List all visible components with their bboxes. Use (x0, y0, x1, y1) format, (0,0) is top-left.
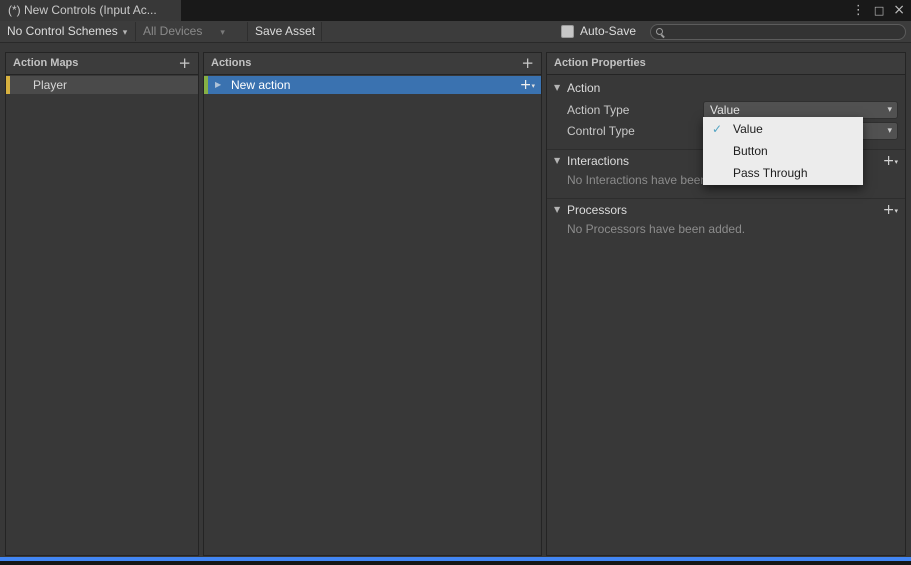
action-row-new-action[interactable]: ▶ New action +▾ (204, 76, 541, 94)
close-icon[interactable]: × (893, 0, 905, 21)
unity-input-actions-window: (*) New Controls (Input Ac... ⋮ □ × No C… (0, 0, 911, 565)
toolbar-separator (247, 22, 248, 41)
check-icon: ✓ (712, 122, 723, 136)
foldout-open-icon: ▼ (554, 156, 561, 165)
popup-item-label: Button (733, 144, 768, 158)
window-tab[interactable]: (*) New Controls (Input Ac... (0, 0, 181, 21)
actions-panel: Actions + ▶ New action +▾ (203, 52, 542, 556)
action-foldout[interactable]: ▼ Action (547, 78, 905, 98)
add-interaction-button[interactable]: +▾ (883, 150, 898, 173)
action-map-row-player[interactable]: Player (6, 76, 198, 94)
control-type-label: Control Type (567, 124, 635, 138)
save-asset-button[interactable]: Save Asset (255, 21, 315, 42)
chevron-down-icon: ▾ (531, 82, 535, 90)
tab-bar: (*) New Controls (Input Ac... ⋮ □ × (0, 0, 911, 21)
add-action-button[interactable]: + (521, 53, 534, 74)
search-icon (656, 28, 666, 38)
search-input[interactable] (669, 25, 903, 41)
popup-item-value[interactable]: ✓ Value (703, 118, 863, 140)
processors-empty-text: No Processors have been added. (567, 222, 746, 236)
action-type-value: Value (710, 103, 740, 117)
chevron-down-icon: ▾ (887, 126, 892, 136)
control-schemes-dropdown[interactable]: No Control Schemes ▾ (7, 21, 127, 42)
action-maps-title: Action Maps (13, 57, 79, 69)
action-color-tag (204, 76, 208, 94)
action-properties-header: Action Properties (547, 53, 905, 75)
window-controls: ⋮ □ × (852, 0, 905, 21)
action-type-popup-menu: ✓ Value Button Pass Through (703, 117, 863, 185)
auto-save-checkbox[interactable] (561, 25, 574, 38)
foldout-open-icon: ▼ (554, 83, 561, 92)
action-type-label: Action Type (567, 103, 630, 117)
popup-item-pass-through[interactable]: Pass Through (703, 162, 863, 184)
action-properties-title: Action Properties (554, 57, 646, 69)
save-asset-label: Save Asset (255, 24, 316, 38)
processors-title: Processors (567, 203, 628, 217)
action-map-label: Player (33, 78, 68, 92)
auto-save-label: Auto-Save (580, 21, 636, 42)
maximize-icon[interactable]: □ (874, 0, 884, 21)
toolbar-separator (321, 22, 322, 41)
action-section-title: Action (567, 81, 601, 95)
auto-save-label-text: Auto-Save (580, 24, 637, 38)
foldout-open-icon: ▼ (554, 205, 561, 214)
control-schemes-label: No Control Schemes (7, 24, 118, 38)
toolbar-separator (135, 22, 136, 41)
chevron-down-icon: ▾ (122, 28, 128, 38)
processors-foldout[interactable]: ▼ Processors +▾ (547, 198, 905, 221)
plus-icon: + (519, 77, 532, 93)
plus-icon: + (882, 202, 895, 218)
popup-item-button[interactable]: Button (703, 140, 863, 162)
plus-icon: + (882, 153, 895, 169)
disclosure-icon[interactable]: ▶ (215, 76, 221, 94)
actions-title: Actions (211, 57, 252, 69)
interactions-title: Interactions (567, 154, 630, 168)
tab-title: (*) New Controls (Input Ac... (8, 3, 157, 17)
search-field[interactable] (650, 24, 906, 41)
popup-item-label: Value (733, 122, 763, 136)
add-action-map-button[interactable]: + (178, 53, 191, 74)
action-label: New action (231, 78, 291, 92)
action-maps-panel: Action Maps + Player (5, 52, 199, 556)
chevron-down-icon: ▾ (887, 105, 892, 115)
toolbar: No Control Schemes ▾ All Devices ▾ Save As… (0, 21, 911, 43)
chevron-down-icon: ▾ (894, 207, 898, 215)
kebab-menu-icon[interactable]: ⋮ (852, 0, 865, 21)
actions-header: Actions + (204, 53, 541, 75)
add-processor-button[interactable]: +▾ (883, 199, 898, 222)
all-devices-label: All Devices (143, 24, 203, 38)
chevron-down-icon: ▾ (220, 28, 225, 38)
action-map-color-tag (6, 76, 10, 94)
action-maps-header: Action Maps + (6, 53, 198, 75)
add-binding-button[interactable]: +▾ (520, 76, 535, 95)
chevron-down-icon: ▾ (894, 158, 898, 166)
all-devices-dropdown[interactable]: All Devices ▾ (143, 21, 225, 42)
popup-item-label: Pass Through (733, 166, 808, 180)
bottom-window-edge (0, 561, 911, 565)
